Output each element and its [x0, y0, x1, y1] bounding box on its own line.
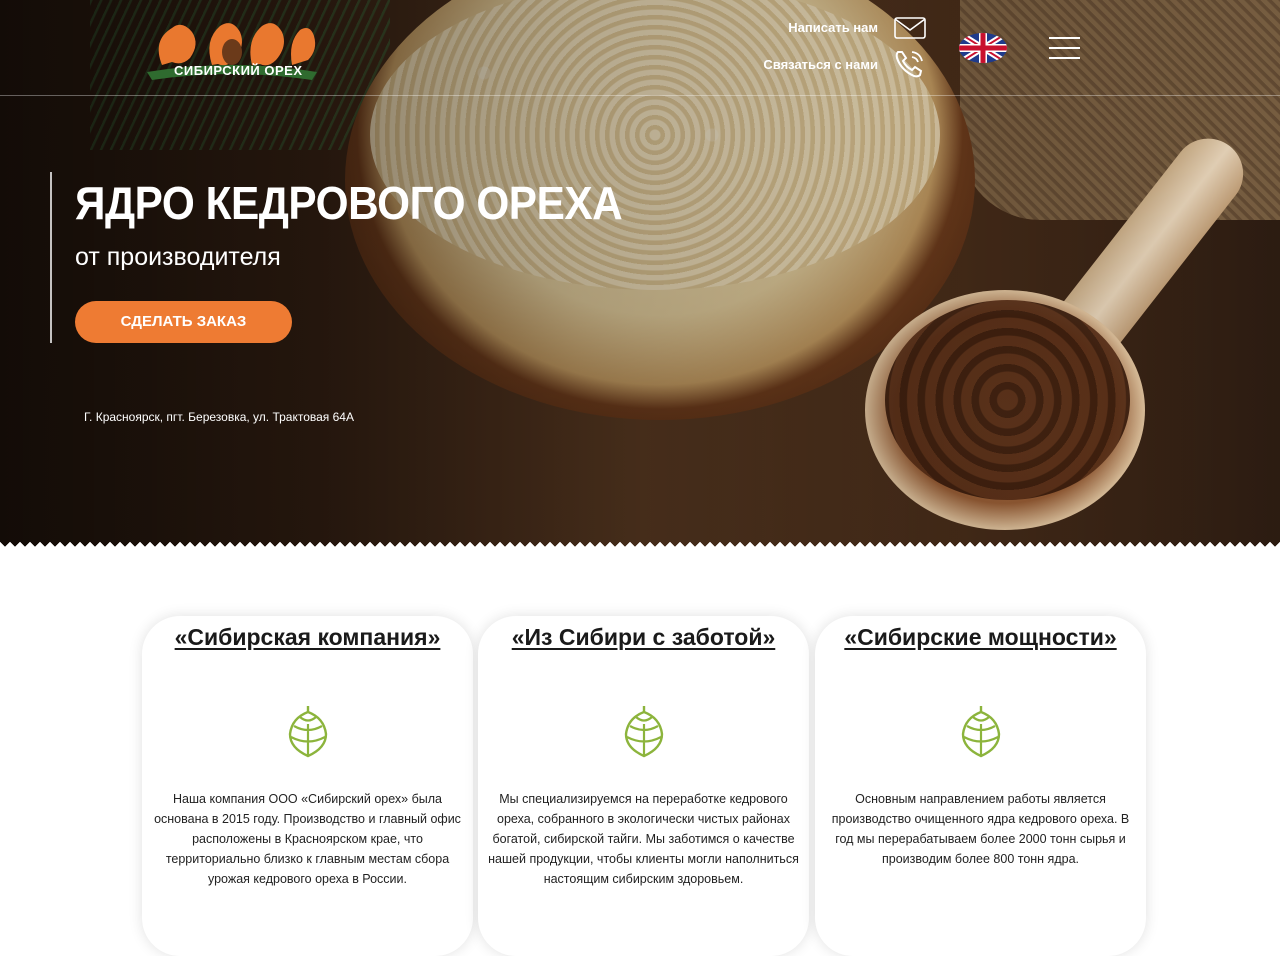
pinecone-icon — [286, 704, 330, 762]
feature-card: «Сибирские мощности» Основным направлени… — [815, 616, 1146, 956]
card-text: Наша компания ООО «Сибирский орех» была … — [154, 792, 461, 886]
contact-us-link[interactable]: Связаться с нами — [760, 57, 878, 72]
uk-flag-icon[interactable] — [959, 33, 1007, 63]
hero-subtitle: от производителя — [75, 243, 281, 271]
logo-text: СИБИРСКИЙ ОРЕХ — [174, 63, 303, 78]
hero-title: ЯДРО КЕДРОВОГО ОРЕХА — [75, 177, 623, 229]
card-title[interactable]: «Из Сибири с заботой» — [478, 624, 809, 651]
write-us-link[interactable]: Написать нам — [770, 20, 878, 35]
address-text: Г. Красноярск, пгт. Березовка, ул. Тракт… — [84, 410, 354, 424]
menu-icon[interactable] — [1049, 37, 1080, 59]
card-title[interactable]: «Сибирская компания» — [142, 624, 473, 651]
card-text: Мы специализируемся на переработке кедро… — [488, 792, 799, 886]
card-text: Основным направлением работы является пр… — [831, 792, 1130, 866]
pinecone-icon — [622, 704, 666, 762]
order-button[interactable]: СДЕЛАТЬ ЗАКАЗ — [75, 301, 292, 343]
header-divider — [0, 95, 1280, 96]
feature-card: «Сибирская компания» Наша компания ООО «… — [142, 616, 473, 956]
pinecone-icon — [959, 704, 1003, 762]
mail-icon[interactable] — [894, 17, 926, 39]
card-title[interactable]: «Сибирские мощности» — [815, 624, 1146, 651]
hero-accent-line — [50, 172, 52, 343]
feature-card: «Из Сибири с заботой» Мы специализируемс… — [478, 616, 809, 956]
phone-icon[interactable] — [892, 46, 928, 82]
